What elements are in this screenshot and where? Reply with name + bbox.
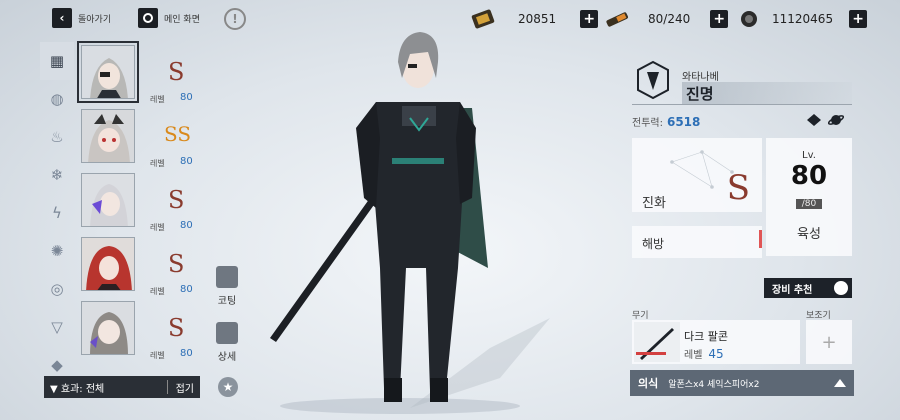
expand-up-icon[interactable]	[834, 379, 846, 387]
notice-button[interactable]: !	[224, 8, 246, 30]
level-label: 레벨	[150, 95, 165, 104]
release-indicator	[759, 230, 762, 248]
level-value: 80	[180, 92, 193, 103]
filter-ring-icon[interactable]: ◎	[40, 270, 74, 308]
level-number: 80	[790, 161, 828, 191]
level-label: 레벨	[150, 223, 165, 232]
home-button[interactable]: 메인 화면	[138, 8, 200, 28]
faction-emblem-icon	[637, 60, 669, 100]
character-portrait	[81, 237, 135, 291]
filter-arrow-down-icon[interactable]: ▽	[40, 308, 74, 346]
level-label: 레벨	[150, 351, 165, 360]
home-circle-icon	[138, 8, 158, 28]
character-model	[270, 32, 550, 414]
weapon-level-value: 45	[708, 347, 724, 361]
character-card-1[interactable]: S 레벨 80	[77, 41, 208, 106]
level-value: 80	[180, 156, 193, 167]
level-max: /80	[795, 199, 823, 209]
add-stamina-button[interactable]: +	[710, 10, 729, 28]
character-grade: S	[168, 250, 185, 278]
evolution-label: 진화	[642, 196, 666, 211]
character-portrait	[81, 109, 135, 163]
level-value: 80	[180, 284, 193, 295]
ritual-label: 의식	[638, 377, 659, 390]
level-value: 80	[180, 348, 193, 359]
character-list: S 레벨 80 SS 레벨 80 S 레벨 80 S 레벨 80 S 레벨 80	[77, 41, 208, 362]
detail-button[interactable]: 상세	[216, 322, 238, 363]
fold-button[interactable]: 접기	[176, 380, 194, 395]
character-grade: S	[168, 58, 185, 86]
character-portrait	[81, 301, 135, 355]
plus-icon: +	[821, 331, 837, 353]
saturn-element-icon	[827, 112, 845, 126]
level-label: 레벨	[150, 287, 165, 296]
resource-gold: 11120465 +	[736, 9, 868, 29]
back-button[interactable]: ‹ 돌아가기	[52, 8, 111, 28]
character-grade: S	[168, 314, 185, 342]
character-grade: SS	[164, 122, 192, 146]
sword-icon	[634, 322, 680, 362]
evolution-card[interactable]: 진화 S	[632, 138, 762, 212]
character-portrait	[81, 173, 135, 227]
ritual-text: 알폰스x4 셰익스피어x2	[668, 379, 760, 390]
filter-swirl-icon[interactable]: ✺	[40, 232, 74, 270]
release-label: 해방	[642, 237, 665, 251]
level-label: 레벨	[150, 159, 165, 168]
character-portrait	[77, 41, 139, 103]
evolution-grade: S	[726, 168, 750, 208]
character-card-3[interactable]: S 레벨 80	[78, 170, 208, 234]
combat-power-value: 6518	[666, 115, 701, 129]
element-icons	[806, 112, 845, 126]
effect-filter-bar[interactable]: ▼ 효과: 전체 접기	[44, 376, 200, 398]
detail-label: 상세	[217, 352, 237, 363]
weapon-slot[interactable]: 다크 팔콘 레벨 45	[632, 320, 800, 364]
character-name-small: 와타나베	[682, 72, 719, 83]
filter-lightning-icon[interactable]: ϟ	[40, 194, 74, 232]
filter-flame-icon[interactable]: ♨	[40, 118, 74, 156]
weapon-name: 다크 팔콘	[684, 330, 728, 343]
folder-icon	[216, 322, 238, 344]
effect-filter-label: ▼ 효과: 전체	[50, 383, 105, 395]
level-card[interactable]: Lv. 80 /80 육성	[766, 138, 852, 256]
gold-count: 11120465	[772, 12, 834, 26]
stamina-count: 80/240	[648, 12, 691, 26]
weapon-level: 레벨 45	[684, 347, 724, 361]
level-title: Lv.	[802, 150, 816, 161]
add-gold-button[interactable]: +	[849, 10, 868, 28]
gear-icon	[834, 281, 848, 295]
character-card-2[interactable]: SS 레벨 80	[78, 106, 208, 170]
combat-power: 전투력: 6518	[632, 115, 701, 129]
costume-button[interactable]: 코팅	[216, 266, 238, 307]
character-name: 진명	[682, 82, 852, 105]
gear-recommend-button[interactable]: 장비 추천	[764, 278, 852, 298]
filter-all-grid-icon[interactable]: ▦	[40, 42, 74, 80]
favorite-star-icon[interactable]: ★	[218, 377, 238, 397]
resource-stamina: 80/240 +	[604, 9, 729, 29]
gear-recommend-label: 장비 추천	[772, 284, 813, 296]
home-label: 메인 화면	[164, 14, 200, 25]
stamina-icon	[606, 12, 629, 27]
character-grade: S	[168, 186, 185, 214]
grow-label: 육성	[797, 227, 821, 242]
gold-coin-icon	[741, 11, 757, 27]
ritual-bar[interactable]: 의식 알폰스x4 셰익스피어x2	[630, 370, 854, 396]
costume-icon	[216, 266, 238, 288]
filter-snowflake-icon[interactable]: ❄	[40, 156, 74, 194]
back-label: 돌아가기	[78, 14, 112, 25]
exclamation-icon: !	[224, 8, 246, 30]
diamond-element-icon	[806, 112, 822, 126]
level-value: 80	[180, 220, 193, 231]
back-arrow-icon: ‹	[52, 8, 72, 28]
filter-saturn-icon[interactable]: ◍	[40, 80, 74, 118]
element-filter-column: ▦ ◍ ♨ ❄ ϟ ✺ ◎ ▽ ◆	[40, 42, 74, 384]
sub-weapon-slot[interactable]: +	[806, 320, 852, 364]
release-card[interactable]: 해방	[632, 226, 762, 258]
costume-label: 코팅	[217, 296, 237, 307]
character-card-4[interactable]: S 레벨 80	[78, 234, 208, 298]
character-card-5[interactable]: S 레벨 80	[78, 298, 208, 362]
